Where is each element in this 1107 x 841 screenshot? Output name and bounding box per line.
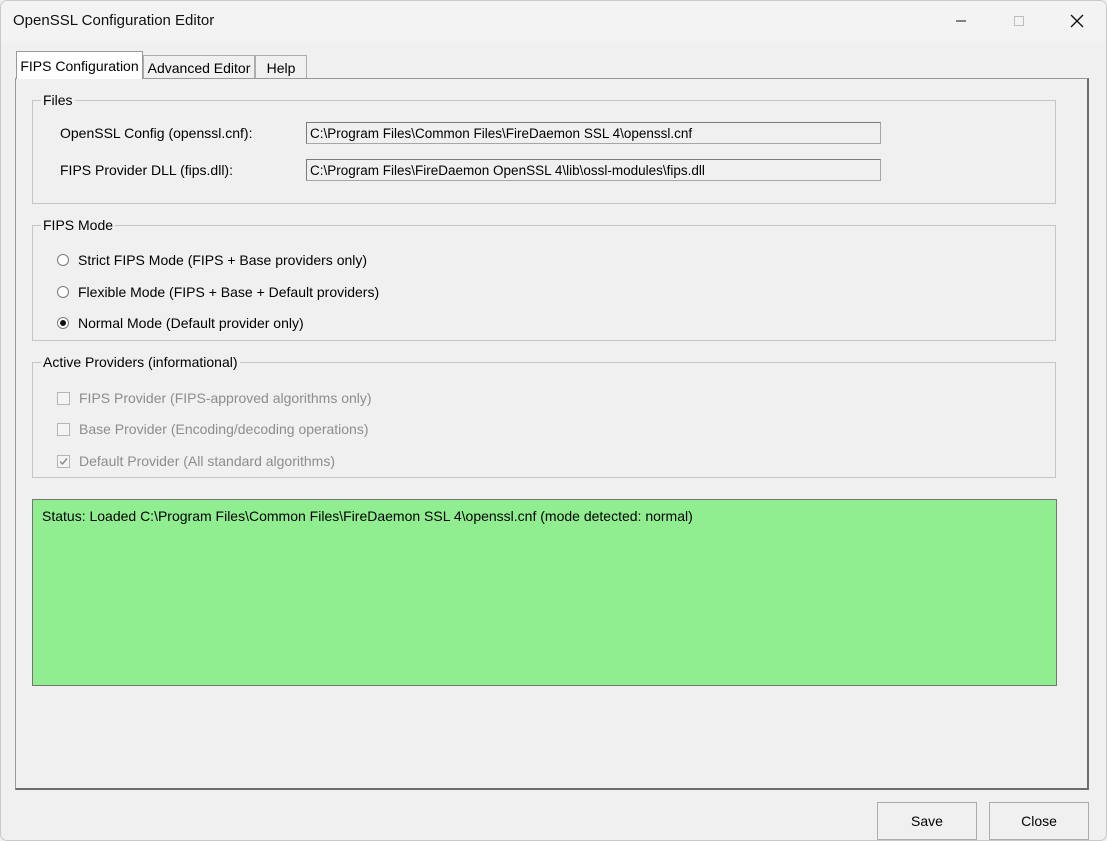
normal-mode-label: Normal Mode (Default provider only) <box>78 315 304 331</box>
minimize-button[interactable] <box>932 1 990 41</box>
save-button[interactable]: Save <box>877 802 977 840</box>
fips-mode-group-title: FIPS Mode <box>43 217 114 233</box>
radio-button-selected-icon <box>57 317 69 329</box>
minimize-icon <box>956 20 966 22</box>
flexible-mode-label: Flexible Mode (FIPS + Base + Default pro… <box>78 284 380 300</box>
status-panel: Status: Loaded C:\Program Files\Common F… <box>32 499 1057 686</box>
active-providers-group-title: Active Providers (informational) <box>43 354 238 370</box>
tab-advanced-editor[interactable]: Advanced Editor <box>143 55 255 79</box>
base-provider-checkbox: Base Provider (Encoding/decoding operati… <box>57 421 369 437</box>
default-provider-checkbox: Default Provider (All standard algorithm… <box>57 453 335 469</box>
window-title: OpenSSL Configuration Editor <box>13 12 215 29</box>
maximize-icon <box>1014 16 1024 26</box>
fips-provider-label: FIPS Provider (FIPS-approved algorithms … <box>79 390 372 406</box>
strict-fips-mode-label: Strict FIPS Mode (FIPS + Base providers … <box>78 252 368 268</box>
openssl-config-label: OpenSSL Config (openssl.cnf): <box>60 125 253 141</box>
close-window-button[interactable] <box>1048 1 1106 41</box>
status-text: Status: Loaded C:\Program Files\Common F… <box>42 508 693 524</box>
base-provider-label: Base Provider (Encoding/decoding operati… <box>79 421 369 437</box>
radio-button-icon <box>57 286 69 298</box>
openssl-config-path-field[interactable]: C:\Program Files\Common Files\FireDaemon… <box>306 122 881 144</box>
tab-fips-configuration[interactable]: FIPS Configuration <box>16 51 143 79</box>
checkbox-unchecked-icon <box>57 422 70 436</box>
checkbox-unchecked-icon <box>57 391 70 405</box>
flexible-mode-radio[interactable]: Flexible Mode (FIPS + Base + Default pro… <box>57 284 379 300</box>
fips-provider-checkbox: FIPS Provider (FIPS-approved algorithms … <box>57 390 372 406</box>
fips-dll-path-field[interactable]: C:\Program Files\FireDaemon OpenSSL 4\li… <box>306 159 881 181</box>
fips-dll-label: FIPS Provider DLL (fips.dll): <box>60 162 233 178</box>
checkmark-icon <box>57 454 70 468</box>
title-bar[interactable]: OpenSSL Configuration Editor <box>1 1 1106 41</box>
close-icon <box>1070 14 1084 28</box>
normal-mode-radio[interactable]: Normal Mode (Default provider only) <box>57 315 304 331</box>
radio-button-icon <box>57 254 69 266</box>
default-provider-label: Default Provider (All standard algorithm… <box>79 453 335 469</box>
close-button[interactable]: Close <box>989 802 1089 840</box>
files-group: Files <box>32 92 1056 204</box>
main-window: OpenSSL Configuration Editor FIPS Config… <box>0 0 1107 841</box>
strict-fips-mode-radio[interactable]: Strict FIPS Mode (FIPS + Base providers … <box>57 252 367 268</box>
files-group-title: Files <box>43 92 73 108</box>
maximize-button[interactable] <box>990 1 1048 41</box>
tab-help[interactable]: Help <box>255 55 307 79</box>
